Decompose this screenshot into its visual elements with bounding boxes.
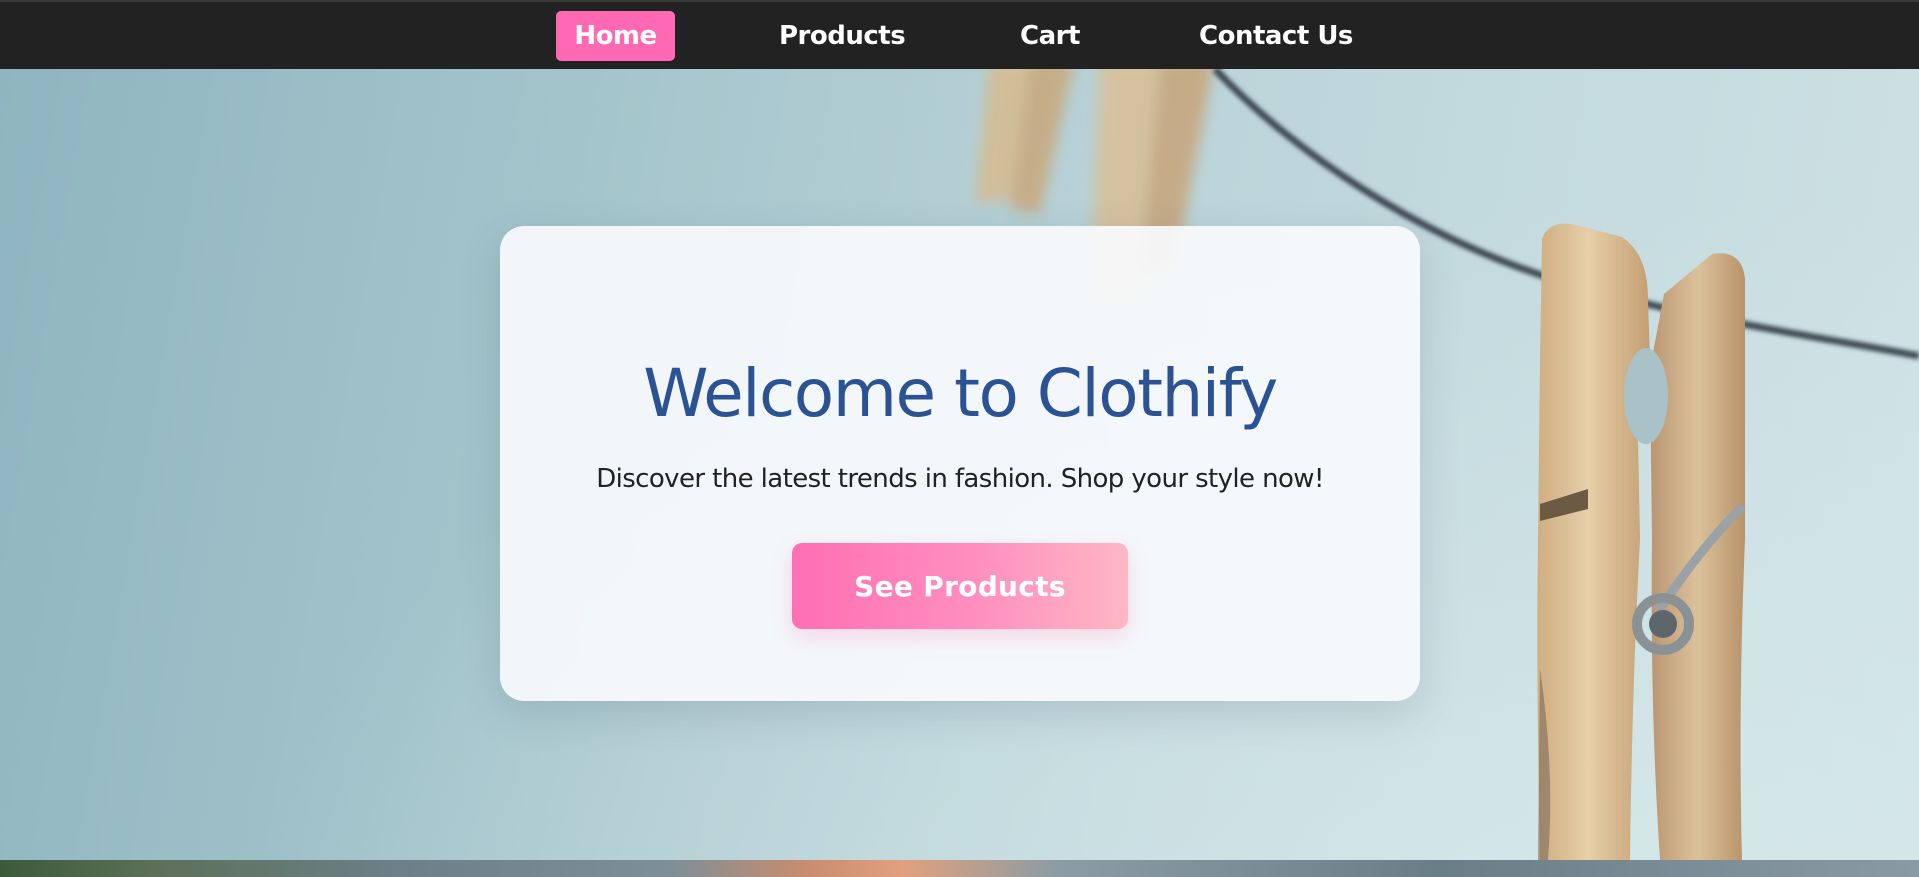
nav-link-home[interactable]: Home (556, 11, 675, 61)
clothespin (1537, 223, 1745, 860)
beach-image-strip (0, 860, 1919, 877)
nav-link-cart[interactable]: Cart (1002, 11, 1098, 61)
nav-link-products[interactable]: Products (761, 11, 923, 61)
nav-link-contact-us[interactable]: Contact Us (1181, 11, 1371, 61)
welcome-card: Welcome to Clothify Discover the latest … (500, 226, 1420, 701)
welcome-title: Welcome to Clothify (643, 355, 1278, 432)
see-products-button[interactable]: See Products (792, 543, 1128, 629)
welcome-subtitle: Discover the latest trends in fashion. S… (596, 464, 1324, 494)
top-navbar: Home Products Cart Contact Us (0, 0, 1919, 69)
